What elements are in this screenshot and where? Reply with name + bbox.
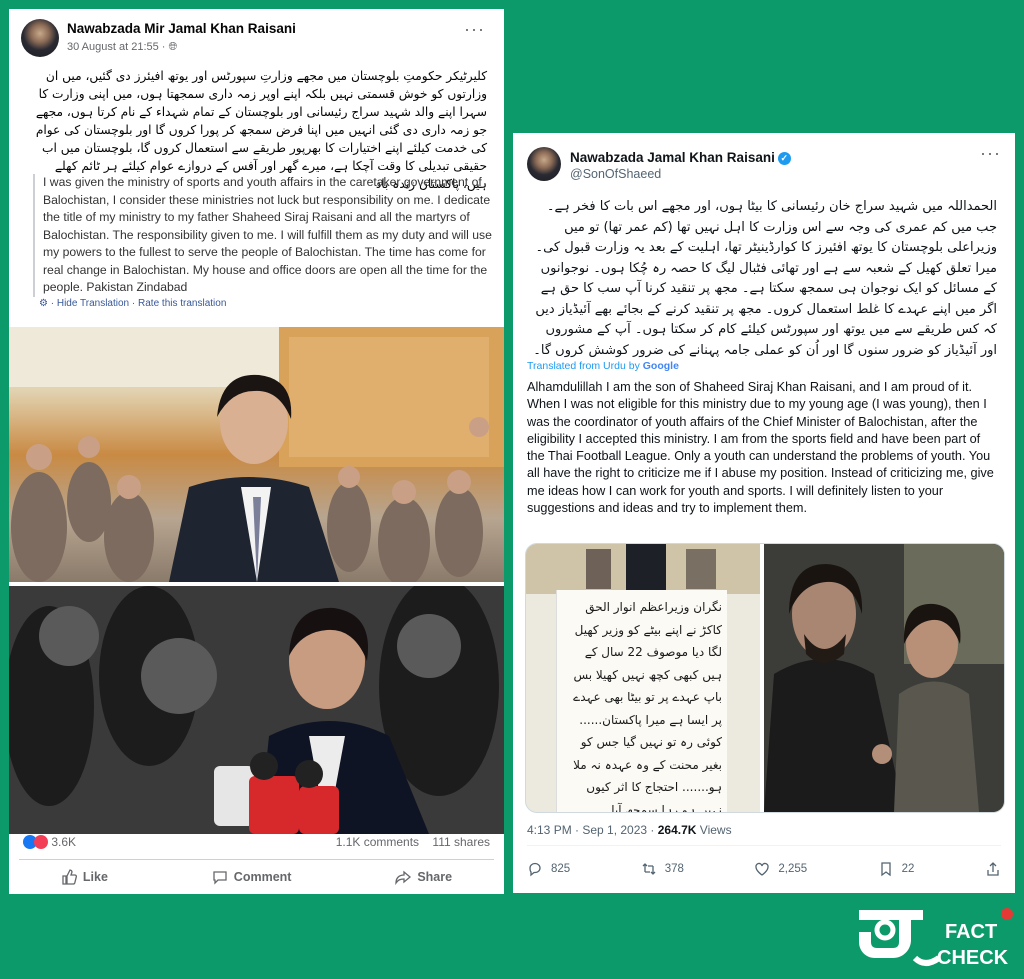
reply-icon <box>529 862 541 877</box>
bookmark-button[interactable]: 22 <box>878 861 915 877</box>
comment-count[interactable]: 1.1K comments <box>336 835 419 849</box>
post-photo-2[interactable] <box>9 586 504 834</box>
retweet-button[interactable]: 378 <box>641 861 684 877</box>
share-icon <box>987 862 999 876</box>
more-options-icon[interactable]: ··· <box>980 143 1001 164</box>
photo-2-scene <box>9 586 504 834</box>
heart-icon <box>755 862 770 876</box>
tweet-actions: 825 378 2,255 22 <box>527 861 1001 877</box>
post-translation: I was given the ministry of sports and y… <box>33 174 498 297</box>
tweet-card: Nawabzada Jamal Khan Raisani ✓ @SonOfShae… <box>513 133 1015 893</box>
google-logo: Google <box>642 360 679 372</box>
globe-icon: 🌐︎ <box>168 41 178 53</box>
author-avatar[interactable] <box>527 147 561 181</box>
tweet-image-note[interactable]: نگران وزیراعظم انوار الحق کاکڑ نے اپنے ب… <box>526 544 760 812</box>
film-still-scene <box>764 544 1004 812</box>
views-label: Views <box>696 823 732 837</box>
comment-icon <box>213 871 227 885</box>
like-button[interactable]: Like <box>61 865 108 889</box>
tweet-urdu-text: الحمداللہ میں شہید سراج خان رئیسانی کا ب… <box>533 199 997 358</box>
hide-translation-link[interactable]: · Hide Translation <box>51 298 129 309</box>
logo-word-fact: FACT <box>945 921 997 943</box>
love-reaction-icon <box>34 835 48 849</box>
tweet-english-text: Alhamdulillah I am the son of Shaheed Si… <box>527 380 994 516</box>
tweet-timestamp[interactable]: 4:13 PM · Sep 1, 2023 · 264.7K Views <box>527 823 732 837</box>
tweet-image-film-still[interactable] <box>764 544 1004 812</box>
like-label: Like <box>82 870 108 884</box>
post-actions: Like Comment Share <box>9 865 504 889</box>
photo-1-scene <box>9 327 504 582</box>
thumbs-up-icon <box>62 869 77 885</box>
bookmark-icon <box>881 862 891 877</box>
post-stats: 1.1K comments 111 shares <box>336 835 490 849</box>
translation-links: ⚙ · Hide Translation · Rate this transla… <box>39 298 226 309</box>
rate-translation-link[interactable]: · Rate this translation <box>132 298 227 309</box>
reply-count: 825 <box>551 863 571 875</box>
retweet-count: 378 <box>664 863 684 875</box>
gear-icon: ⚙ <box>39 298 48 309</box>
divider <box>19 859 494 860</box>
author-avatar[interactable] <box>21 19 59 57</box>
tweet-media: نگران وزیراعظم انوار الحق کاکڑ نے اپنے ب… <box>525 543 1005 813</box>
logo-mark: FACT CHECK <box>859 908 1013 969</box>
fact-check-logo: FACT CHECK <box>855 902 1017 974</box>
author-name[interactable]: Nawabzada Jamal Khan Raisani ✓ <box>570 150 791 165</box>
retweet-icon <box>642 863 656 875</box>
facebook-post-card: Nawabzada Mir Jamal Khan Raisani 30 Augu… <box>9 9 504 894</box>
share-icon <box>395 870 412 885</box>
like-button[interactable]: 2,255 <box>754 861 807 877</box>
comment-label: Comment <box>233 870 292 884</box>
post-date-text[interactable]: 30 August at 21:55 · <box>67 41 169 53</box>
translated-by[interactable]: Translated from Urdu by Google <box>527 360 679 372</box>
reaction-count-text: 3.6K <box>51 835 77 849</box>
translated-from-text: Translated from Urdu by <box>527 360 643 372</box>
handwritten-note: نگران وزیراعظم انوار الحق کاکڑ نے اپنے ب… <box>573 600 722 813</box>
author-name-text: Nawabzada Jamal Khan Raisani <box>570 150 775 165</box>
reaction-count[interactable]: 3.6K <box>23 835 76 849</box>
comment-button[interactable]: Comment <box>212 865 292 889</box>
reply-button[interactable]: 825 <box>527 861 570 877</box>
author-handle[interactable]: @SonOfShaeed <box>570 167 661 181</box>
share-label: Share <box>417 870 453 884</box>
like-count: 2,255 <box>778 863 808 875</box>
share-button[interactable]: Share <box>395 865 452 889</box>
post-photo-1[interactable] <box>9 327 504 582</box>
view-count: 264.7K <box>657 823 697 837</box>
logo-word-check: CHECK <box>937 947 1009 969</box>
share-count[interactable]: 111 shares <box>432 835 490 849</box>
verified-badge-icon: ✓ <box>777 152 791 165</box>
post-date[interactable]: 30 August at 21:55 · 🌐︎ <box>67 41 177 54</box>
bookmark-count: 22 <box>901 863 915 875</box>
post-header: Nawabzada Mir Jamal Khan Raisani 30 Augu… <box>21 19 491 59</box>
more-options-icon[interactable]: ··· <box>464 19 485 40</box>
tweet-time-text: 4:13 PM · Sep 1, 2023 · <box>527 823 658 837</box>
divider <box>527 845 1001 846</box>
author-name[interactable]: Nawabzada Mir Jamal Khan Raisani <box>67 21 296 36</box>
share-button[interactable] <box>985 861 1001 877</box>
